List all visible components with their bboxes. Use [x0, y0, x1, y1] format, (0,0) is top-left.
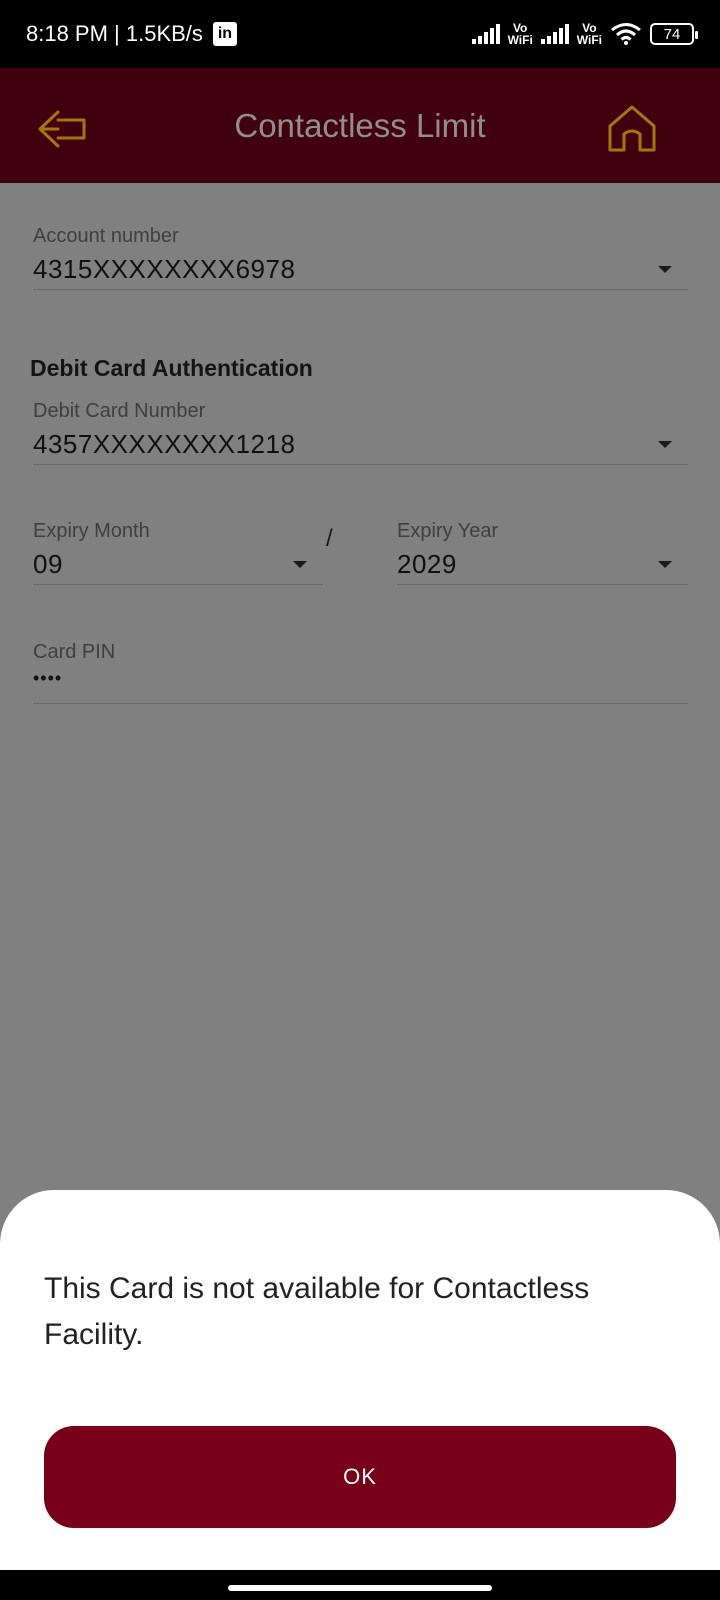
chevron-down-icon — [658, 266, 672, 273]
battery-level: 74 — [663, 25, 681, 43]
battery-icon: 74 — [650, 23, 698, 45]
status-time-speed: 8:18 PM | 1.5KB/s — [26, 21, 203, 46]
divider — [33, 289, 688, 290]
debit-card-number-field[interactable]: Debit Card Number 4357XXXXXXXX1218 — [33, 400, 688, 465]
alert-bottom-sheet: This Card is not available for Contactle… — [0, 1190, 720, 1570]
navigation-bar — [0, 1570, 720, 1600]
home-gesture-handle[interactable] — [228, 1585, 492, 1591]
expiry-month-field[interactable]: Expiry Month 09 — [33, 520, 323, 585]
home-button[interactable] — [606, 102, 658, 154]
screen: 8:18 PM | 1.5KB/s in Vo WiFi Vo WiFi 74 — [0, 0, 720, 1600]
debit-card-number-value: 4357XXXXXXXX1218 — [33, 429, 296, 459]
back-button[interactable] — [34, 104, 90, 154]
status-left: 8:18 PM | 1.5KB/s in — [26, 21, 237, 47]
chevron-down-icon — [658, 561, 672, 568]
signal-icon — [471, 24, 500, 44]
card-pin-value: •••• — [33, 668, 63, 688]
vowifi-label-2: Vo WiFi — [576, 21, 602, 47]
divider — [33, 584, 323, 585]
home-icon — [608, 105, 656, 152]
vowifi-label-1: Vo WiFi — [507, 21, 533, 47]
alert-message: This Card is not available for Contactle… — [44, 1272, 590, 1351]
status-right: Vo WiFi Vo WiFi 74 — [471, 21, 698, 47]
ok-button[interactable]: OK — [44, 1426, 676, 1528]
expiry-separator: / — [326, 525, 333, 552]
divider — [397, 584, 688, 585]
account-number-value: 4315XXXXXXXX6978 — [33, 254, 296, 284]
account-number-label: Account number — [33, 225, 179, 247]
signal-icon-2 — [540, 24, 569, 44]
back-arrow-icon — [38, 110, 86, 148]
expiry-year-field[interactable]: Expiry Year 2029 — [397, 520, 688, 585]
divider — [33, 464, 688, 465]
status-bar: 8:18 PM | 1.5KB/s in Vo WiFi Vo WiFi 74 — [0, 0, 720, 68]
expiry-month-value: 09 — [33, 549, 63, 579]
expiry-year-value: 2029 — [397, 549, 457, 579]
chevron-down-icon — [658, 441, 672, 448]
expiry-month-label: Expiry Month — [33, 520, 150, 542]
account-number-field[interactable]: Account number 4315XXXXXXXX6978 — [33, 225, 688, 290]
debit-card-number-label: Debit Card Number — [33, 400, 206, 422]
linkedin-icon: in — [212, 22, 237, 46]
app-header: Contactless Limit — [0, 68, 720, 183]
expiry-year-label: Expiry Year — [397, 520, 499, 542]
card-pin-label: Card PIN — [33, 641, 116, 663]
page-title: Contactless Limit — [234, 106, 486, 144]
section-title: Debit Card Authentication — [30, 355, 313, 381]
divider — [33, 703, 688, 704]
chevron-down-icon — [293, 561, 307, 568]
card-pin-field[interactable]: Card PIN •••• — [33, 641, 688, 704]
wifi-icon — [611, 23, 641, 45]
